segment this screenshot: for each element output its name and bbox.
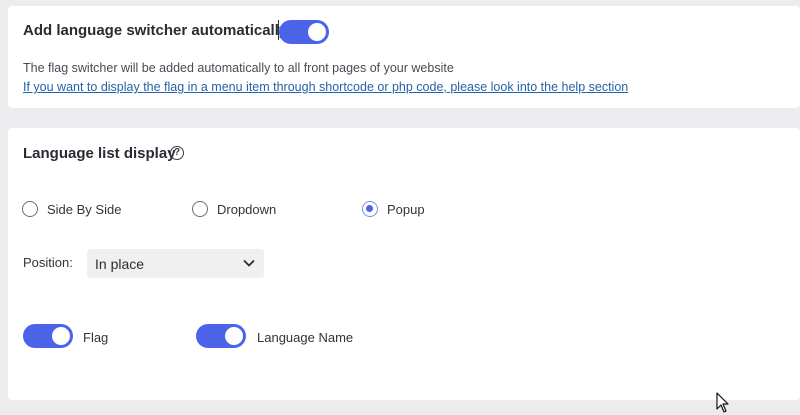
auto-switcher-toggle[interactable] <box>279 20 329 44</box>
language-name-toggle-label: Language Name <box>257 330 354 345</box>
auto-switcher-title: Add language switcher automatically <box>23 22 288 39</box>
auto-switcher-card: Add language switcher automatically The … <box>8 6 800 108</box>
radio-circle[interactable] <box>192 201 208 217</box>
position-label: Position: <box>23 255 73 270</box>
radio-label: Popup <box>387 201 425 217</box>
language-list-title: Language list display <box>23 145 176 162</box>
radio-dropdown[interactable]: Dropdown <box>192 199 276 219</box>
chevron-down-icon <box>243 259 255 267</box>
radio-circle[interactable] <box>22 201 38 217</box>
radio-popup[interactable]: Popup <box>362 199 425 219</box>
position-select-value: In place <box>95 256 145 272</box>
toggle-knob <box>308 23 326 41</box>
position-select[interactable]: In place <box>87 249 264 278</box>
flag-toggle[interactable] <box>23 324 73 348</box>
radio-label: Dropdown <box>217 201 277 217</box>
radio-circle[interactable] <box>362 201 378 217</box>
toggle-knob <box>225 327 243 345</box>
mouse-pointer-icon <box>716 392 729 413</box>
language-list-card: Language list display ? Side By Side Dro… <box>8 128 800 400</box>
language-name-toggle[interactable] <box>196 324 246 348</box>
flag-toggle-label: Flag <box>83 330 109 345</box>
radio-label: Side By Side <box>47 201 122 217</box>
radio-side-by-side[interactable]: Side By Side <box>22 199 121 219</box>
toggle-knob <box>52 327 70 345</box>
auto-switcher-description: The flag switcher will be added automati… <box>23 61 454 75</box>
help-section-link[interactable]: If you want to display the flag in a men… <box>23 80 628 94</box>
question-circle-icon[interactable]: ? <box>170 146 184 160</box>
